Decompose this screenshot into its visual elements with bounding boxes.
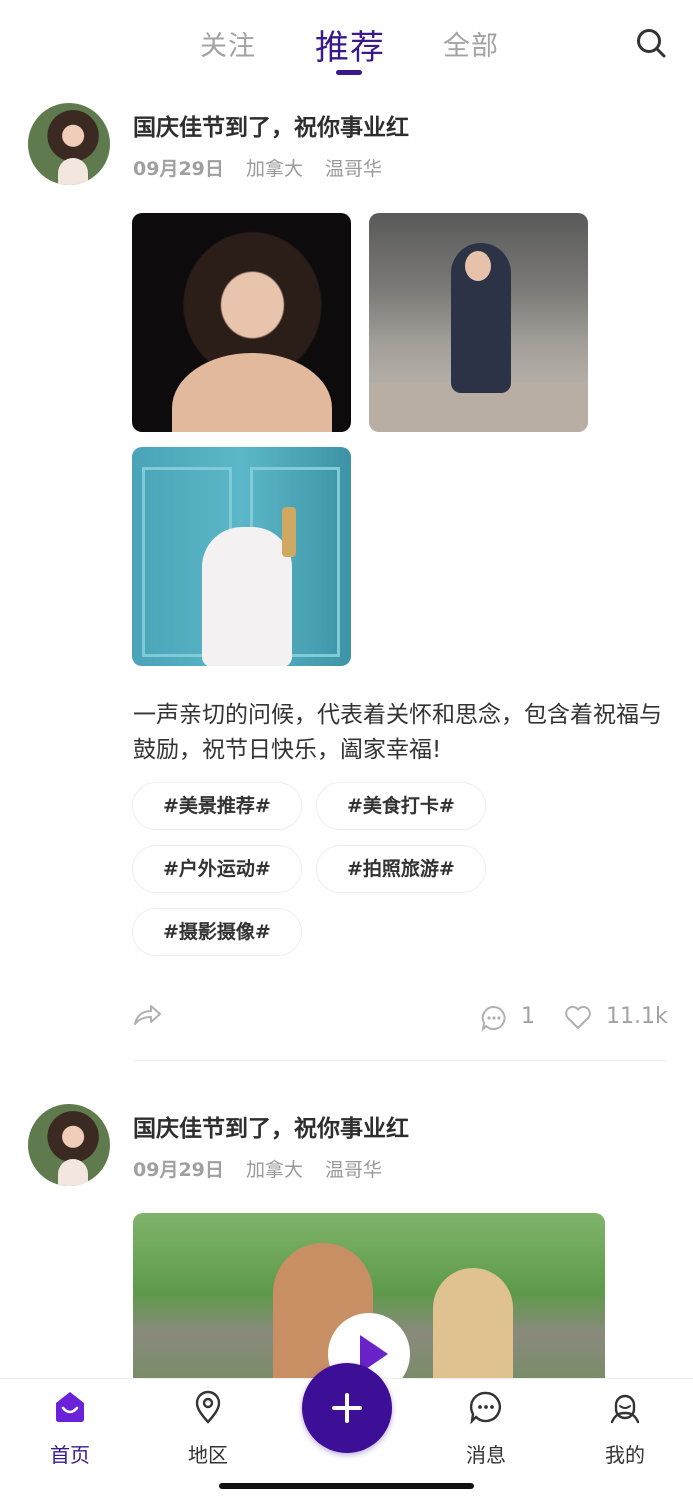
avatar[interactable] <box>28 103 110 185</box>
home-icon <box>56 1392 84 1422</box>
add-post-button[interactable] <box>302 1363 392 1453</box>
post-country: 加拿大 <box>245 158 303 180</box>
post-photo[interactable] <box>369 213 588 432</box>
bottom-nav-bar: 首页 地区 消息 我的 <box>0 1363 693 1500</box>
location-pin-icon <box>195 1390 221 1424</box>
top-tab-bar: 关注 推荐 全部 <box>0 0 693 92</box>
nav-home-label: 首页 <box>50 1443 90 1467</box>
comment-icon[interactable] <box>480 1004 508 1032</box>
message-icon <box>469 1391 501 1425</box>
topic-tag[interactable]: #户外运动# <box>132 845 302 893</box>
post-divider <box>133 1060 666 1061</box>
topic-tag[interactable]: #美食打卡# <box>316 782 486 830</box>
nav-messages[interactable]: 消息 <box>446 1389 526 1468</box>
share-icon[interactable] <box>132 1002 162 1028</box>
topic-tag[interactable]: #拍照旅游# <box>316 845 486 893</box>
like-count: 11.1k <box>606 1004 668 1029</box>
post-date: 09月29日 <box>133 1159 224 1181</box>
post-content: 一声亲切的问候，代表着关怀和思念，包含着祝福与鼓励，祝节日快乐，阖家幸福! <box>133 702 662 763</box>
post-date: 09月29日 <box>133 158 224 180</box>
home-indicator <box>219 1483 474 1489</box>
topic-tag[interactable]: #美景推荐# <box>132 782 302 830</box>
tab-all[interactable]: 全部 <box>443 24 499 63</box>
nav-mine[interactable]: 我的 <box>585 1389 665 1468</box>
post-meta: 09月29日 加拿大 温哥华 <box>133 1155 382 1182</box>
search-icon[interactable] <box>634 26 668 60</box>
tab-follow[interactable]: 关注 <box>200 24 256 63</box>
avatar[interactable] <box>28 1104 110 1186</box>
tab-recommend[interactable]: 推荐 <box>315 20 385 69</box>
post-country: 加拿大 <box>245 1159 303 1181</box>
post-meta: 09月29日 加拿大 温哥华 <box>133 154 382 181</box>
post-city: 温哥华 <box>325 1159 383 1181</box>
post-photo[interactable] <box>132 213 351 432</box>
post-title[interactable]: 国庆佳节到了，祝你事业红 <box>133 1109 409 1143</box>
post-city: 温哥华 <box>325 158 383 180</box>
comment-count: 1 <box>521 1004 535 1029</box>
post-photo[interactable] <box>132 447 351 666</box>
topic-tag[interactable]: #摄影摄像# <box>132 908 302 956</box>
nav-mine-label: 我的 <box>605 1443 645 1467</box>
post-title[interactable]: 国庆佳节到了，祝你事业红 <box>133 108 409 142</box>
nav-region-label: 地区 <box>188 1443 228 1467</box>
user-icon <box>610 1394 640 1424</box>
nav-region[interactable]: 地区 <box>168 1389 248 1468</box>
nav-messages-label: 消息 <box>466 1443 506 1467</box>
active-tab-indicator <box>336 70 362 75</box>
nav-home[interactable]: 首页 <box>30 1389 110 1468</box>
heart-icon[interactable] <box>564 1004 592 1030</box>
